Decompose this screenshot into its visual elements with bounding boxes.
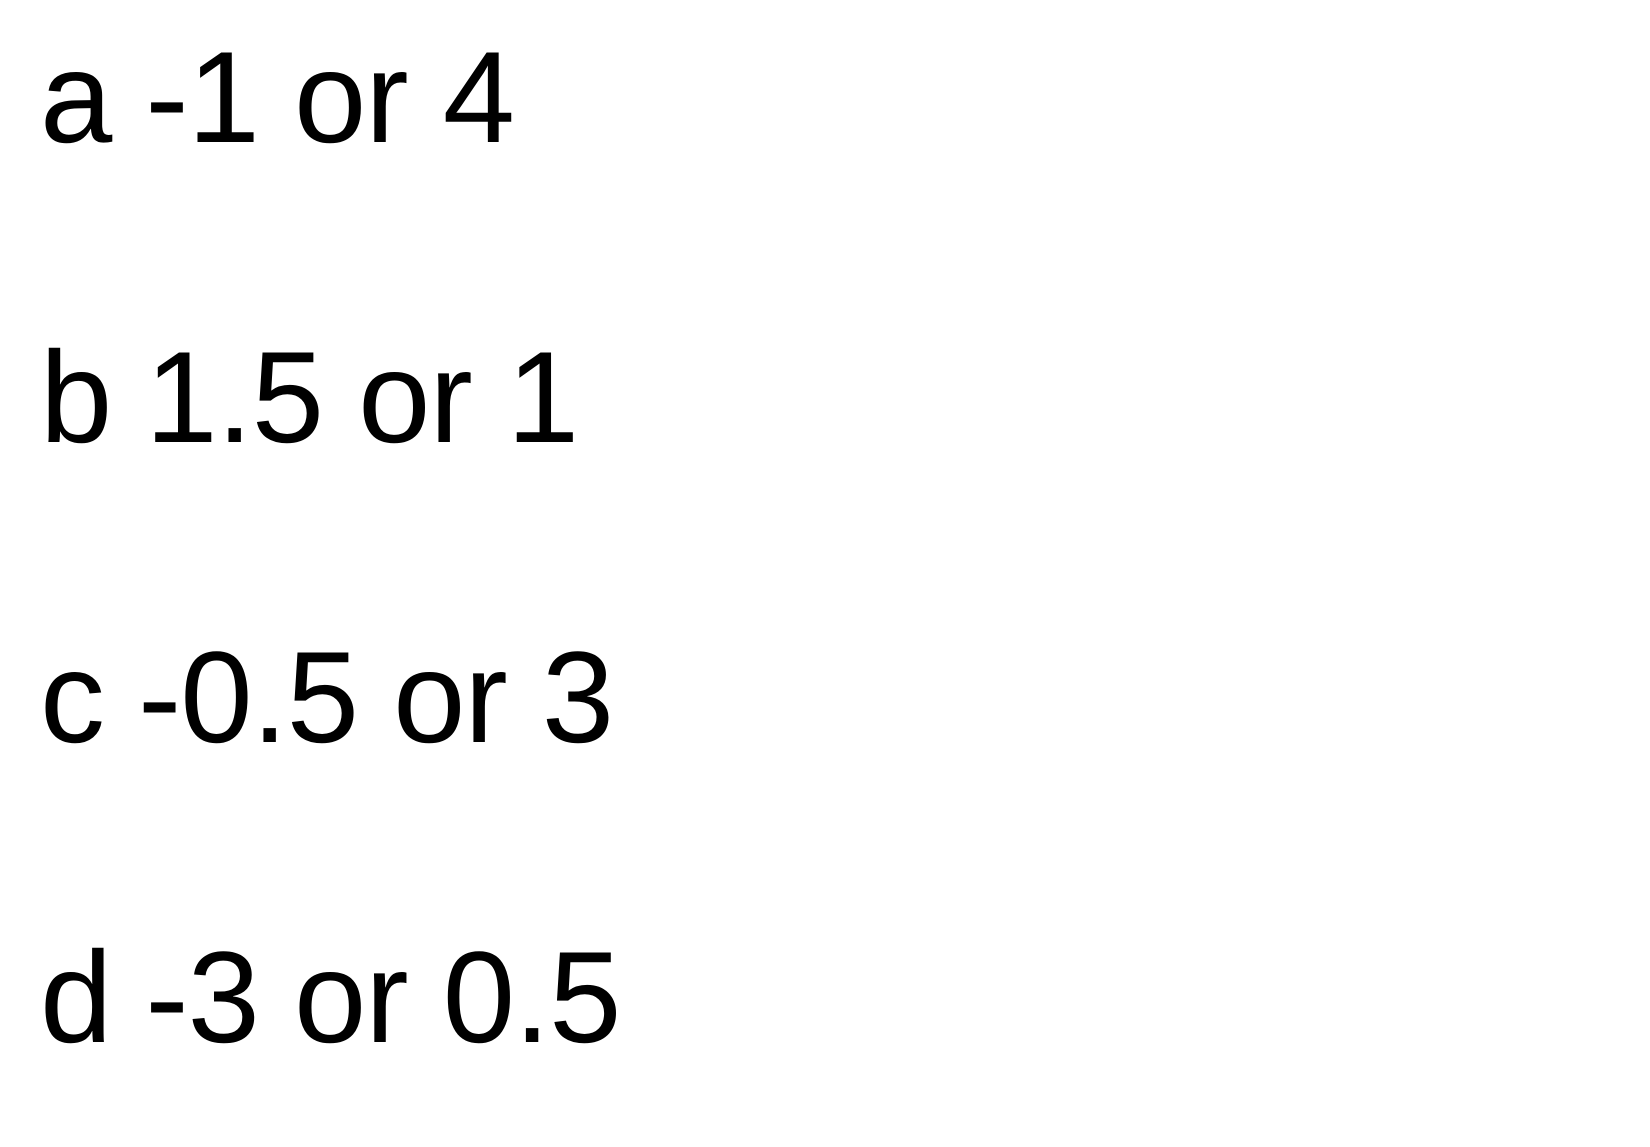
- option-d[interactable]: d -3 or 0.5: [40, 922, 621, 1072]
- option-letter: a: [40, 24, 112, 170]
- option-answer: -3 or 0.5: [145, 924, 621, 1070]
- option-letter: b: [40, 324, 112, 470]
- option-c[interactable]: c -0.5 or 3: [40, 622, 614, 772]
- option-answer: -0.5 or 3: [138, 624, 614, 770]
- option-answer: 1.5 or 1: [145, 324, 579, 470]
- option-b[interactable]: b 1.5 or 1: [40, 322, 579, 472]
- option-letter: c: [40, 624, 105, 770]
- answer-options: a -1 or 4 b 1.5 or 1 c -0.5 or 3 d -3 or 0.5: [40, 0, 1600, 1147]
- option-letter: d: [40, 924, 112, 1070]
- option-a[interactable]: a -1 or 4: [40, 22, 515, 172]
- option-answer: -1 or 4: [145, 24, 515, 170]
